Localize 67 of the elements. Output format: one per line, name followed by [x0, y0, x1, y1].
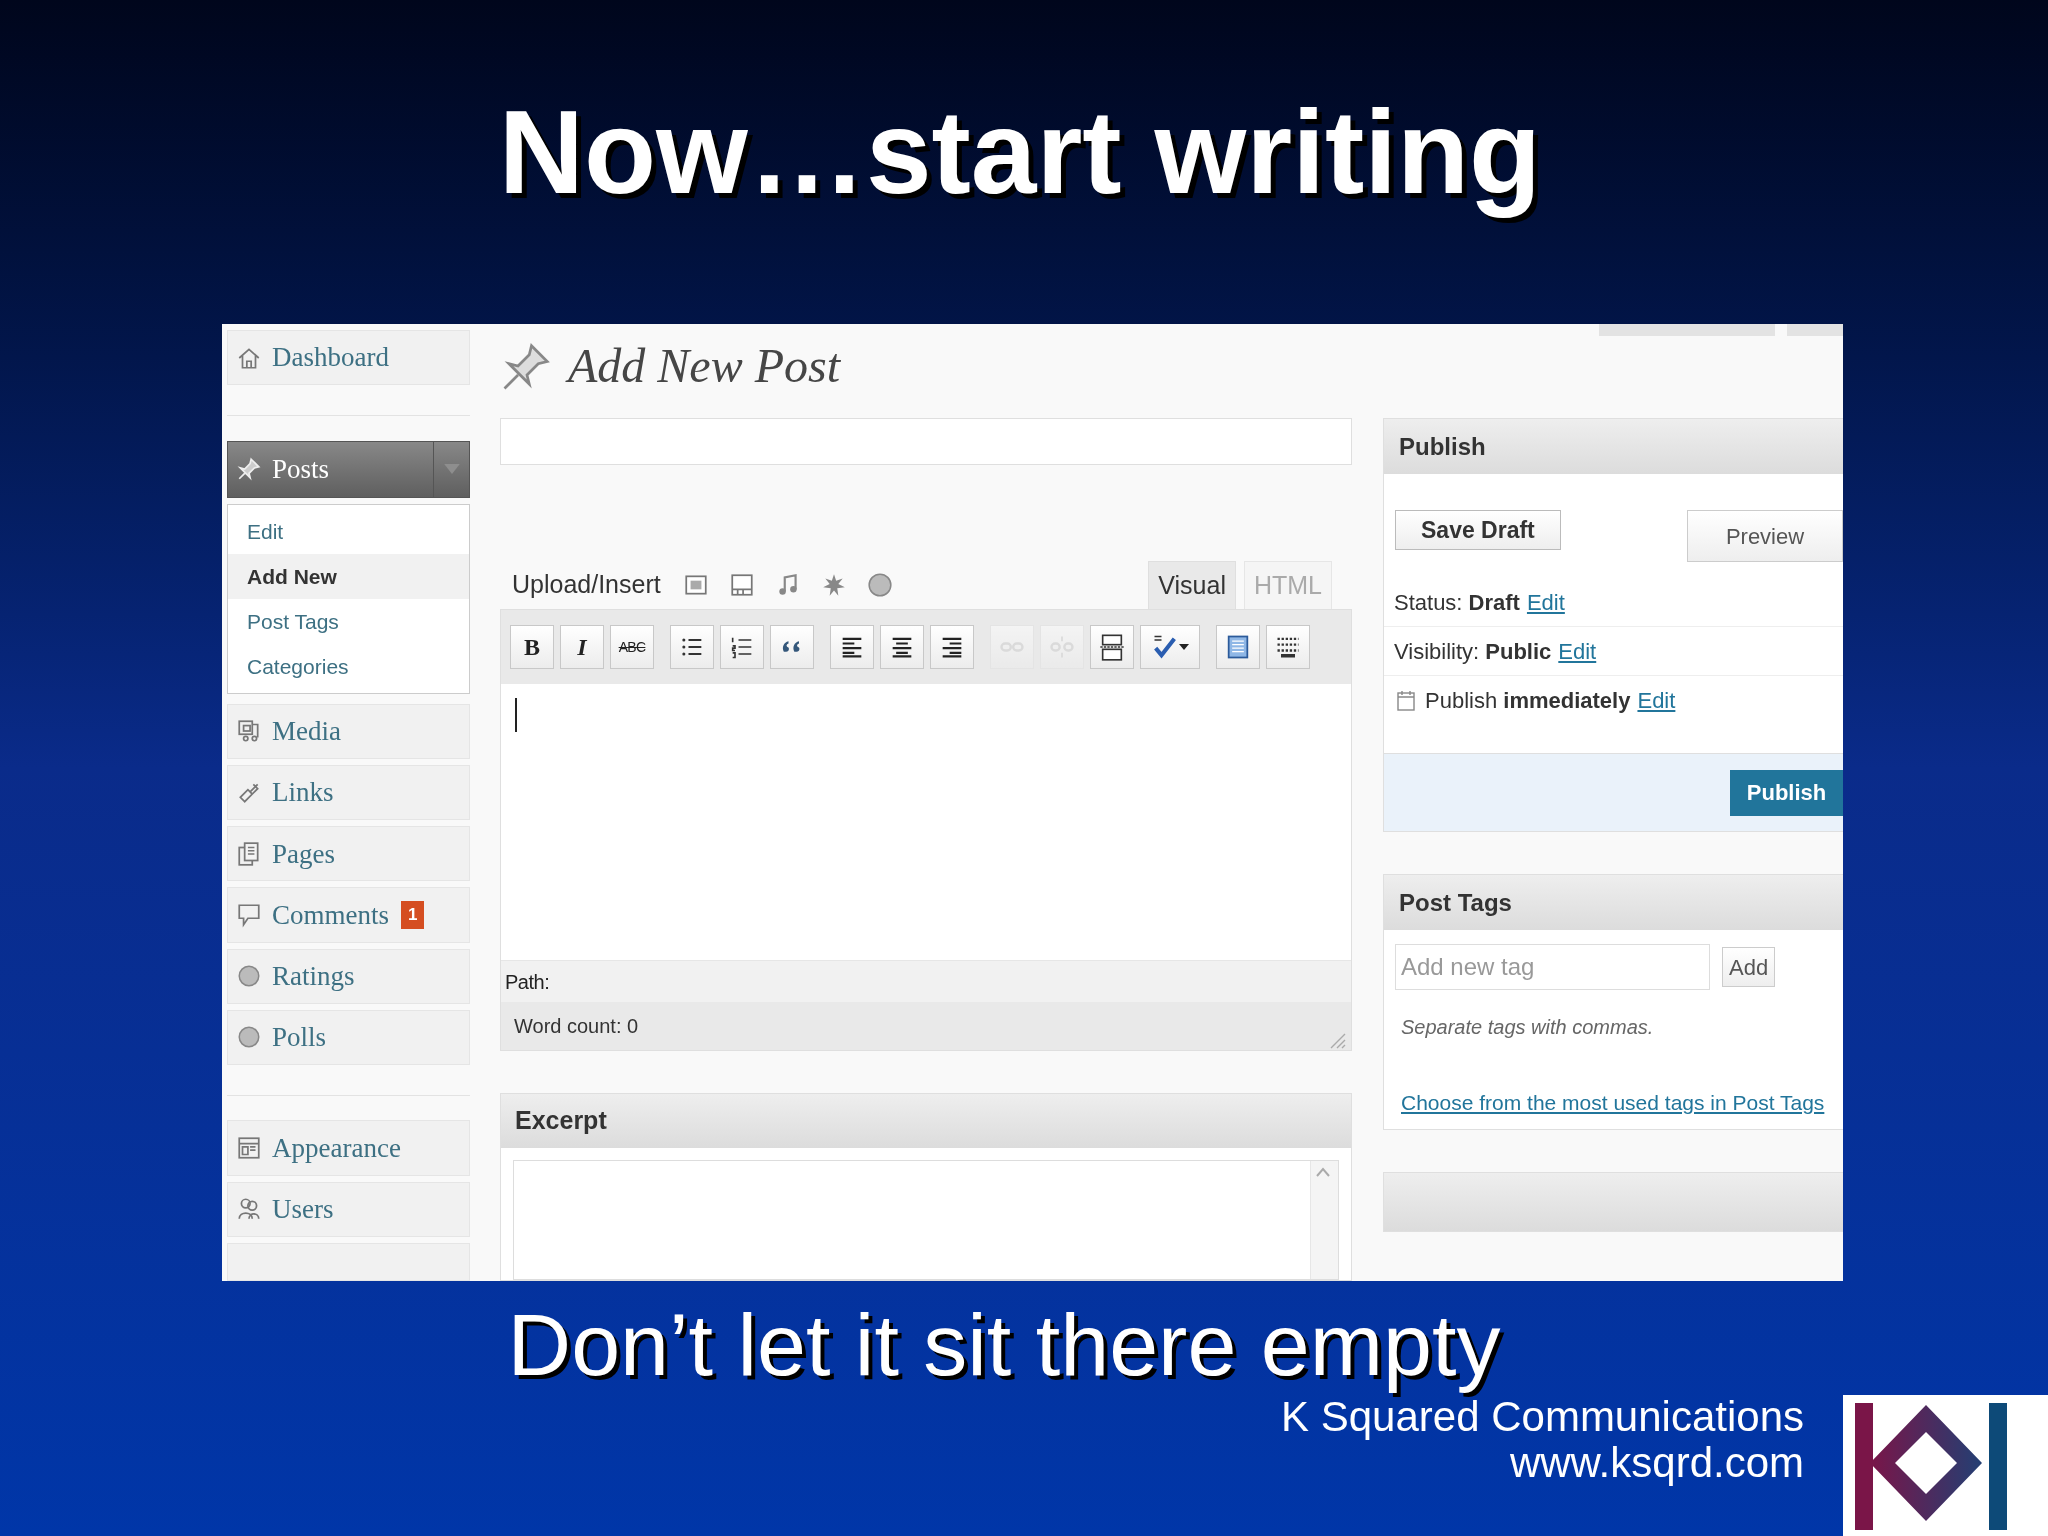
layout-icon [236, 1135, 262, 1162]
publish-setting: Visibility: Public [1394, 637, 1552, 666]
save-draft-button[interactable]: Save Draft [1395, 510, 1561, 550]
toolbar-button[interactable] [930, 625, 974, 669]
most-used-tags-link[interactable]: Choose from the most used tags in Post Tags [1401, 1086, 1826, 1119]
image-icon [682, 572, 709, 598]
speech-bubble-icon [236, 902, 262, 928]
panel-heading: Publish [1399, 431, 1486, 462]
word-count: Word count: 0 [514, 1014, 639, 1039]
website-address: www.ksqrd.com [1508, 1440, 1804, 1486]
tag-input-field[interactable]: Add new tag [1395, 944, 1710, 990]
toolbar-button[interactable] [1140, 625, 1200, 669]
add-tag-button[interactable]: Add [1722, 947, 1776, 987]
edit-link[interactable]: Edit [1637, 684, 1676, 717]
panel-heading: Post Tags [1399, 887, 1512, 918]
page-break-icon [1098, 633, 1126, 661]
sidebar-menu-item[interactable]: Appearance [227, 1120, 470, 1176]
sidebar-menu-item[interactable]: Polls [227, 1009, 470, 1066]
sidebar-menu-item[interactable]: Pages [227, 826, 470, 882]
slide-title: Now…start writing [498, 85, 1543, 221]
caret-icon [443, 464, 460, 475]
path-label: Path: [505, 969, 550, 995]
edit-link[interactable]: Edit [1526, 585, 1565, 619]
sidebar-menu-item[interactable]: Users [227, 1181, 470, 1237]
toolbar-button[interactable]: I [560, 625, 604, 669]
sidebar-menu-item[interactable]: Ratings [227, 948, 470, 1004]
title-field[interactable] [500, 418, 1352, 465]
toolbar-button[interactable] [830, 625, 874, 669]
calendar-icon [1394, 688, 1418, 713]
toolbar-button[interactable] [670, 625, 714, 669]
panel-heading: Excerpt [515, 1105, 607, 1137]
pages-icon [236, 840, 262, 867]
submenu-item[interactable]: Edit [228, 508, 469, 554]
toolbar-button[interactable] [880, 625, 924, 669]
toolbar-button[interactable] [1216, 625, 1260, 669]
caret-icon [1179, 644, 1189, 650]
upload-insert-label: Upload/Insert [512, 569, 661, 601]
toolbar-button[interactable] [1266, 625, 1310, 669]
toolbar-button[interactable] [770, 625, 814, 669]
tab-edge [1787, 324, 1843, 336]
submenu-item[interactable]: Add New [228, 553, 469, 599]
count-badge: 1 [401, 901, 425, 929]
sidebar-menu-item[interactable]: Media [227, 703, 470, 759]
editor-tab[interactable]: Visual [1148, 561, 1236, 609]
submenu-item[interactable]: Post Tags [228, 598, 469, 644]
spellcheck-icon [1151, 633, 1179, 661]
toolbar-button[interactable]: B [510, 625, 554, 669]
toolbar-button[interactable]: ABC [610, 625, 654, 669]
media-icon [236, 718, 262, 745]
publish-setting: Publish immediately [1425, 687, 1631, 715]
excerpt-field[interactable] [513, 1160, 1339, 1280]
toolbar-button[interactable] [720, 625, 764, 669]
text-cursor [515, 698, 517, 732]
company-name: K Squared Communications [1281, 1394, 1804, 1440]
edit-link[interactable]: Edit [1558, 634, 1597, 668]
submenu-item[interactable]: Categories [228, 643, 469, 689]
sidebar-menu-item[interactable]: Comments 1 [227, 887, 470, 943]
tags-hint: Separate tags with commas. [1400, 1015, 1655, 1040]
publish-button[interactable]: Publish [1730, 769, 1843, 816]
sidebar-menu-item[interactable]: Dashboard [227, 330, 470, 386]
sidebar-menu-item[interactable]: Posts [227, 440, 470, 498]
circle-icon [866, 572, 893, 598]
video-icon [728, 572, 755, 598]
publish-setting: Status: Draft [1394, 588, 1520, 617]
sidebar-menu-item[interactable]: Links [227, 764, 470, 821]
preview-button[interactable]: Preview [1687, 510, 1843, 562]
toolbar-button[interactable] [1090, 625, 1134, 669]
